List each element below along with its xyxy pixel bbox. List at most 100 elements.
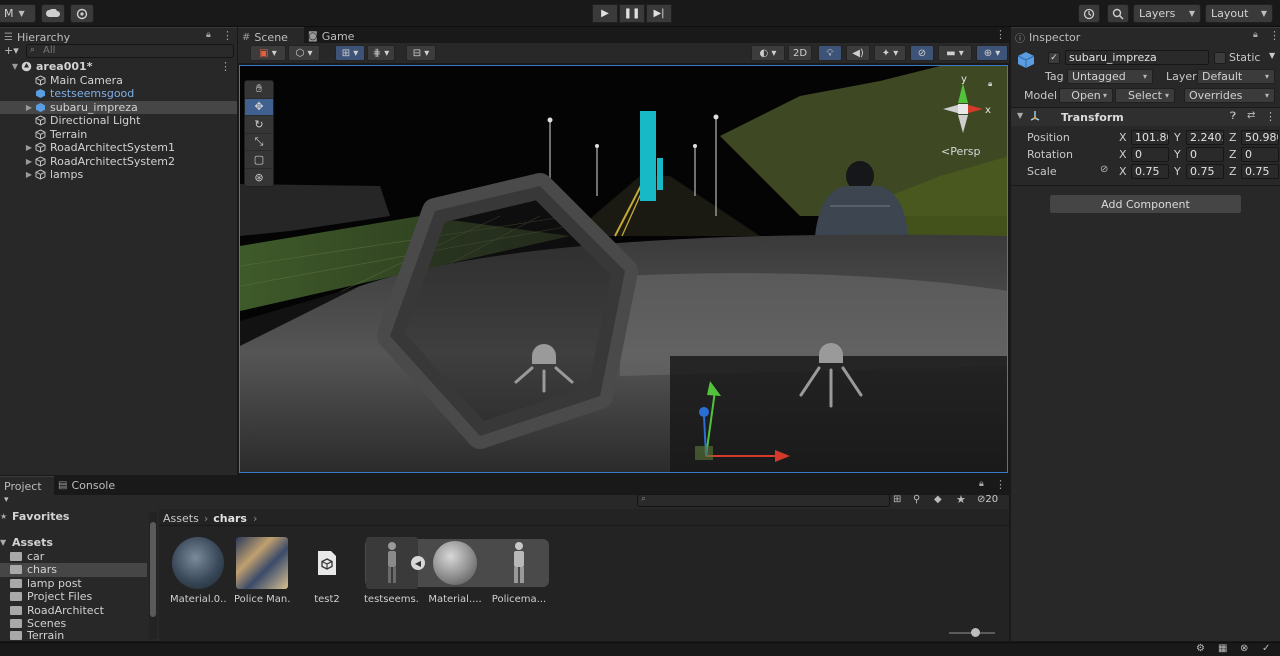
move-tool-icon[interactable]: ✥ (245, 98, 273, 116)
chevron-down-icon[interactable]: ▼ (1269, 51, 1275, 60)
snap-grid-icon[interactable]: ⋕ ▾ (367, 45, 395, 61)
breadcrumb-current[interactable]: chars (213, 512, 247, 525)
constrain-proportions-icon[interactable]: ⊘ (1100, 164, 1108, 175)
hidden-packages-toggle[interactable]: ⊘ 20 (977, 494, 998, 505)
scale-y-field[interactable]: 0.75 (1186, 164, 1224, 179)
help-icon[interactable]: ❓︎ (1230, 111, 1236, 122)
cache-icon[interactable]: ▦ (1218, 643, 1227, 654)
add-icon[interactable]: +▾ (4, 44, 19, 57)
list-item[interactable]: Directional Light (0, 114, 237, 128)
lock-icon[interactable]: 🔒︎ (979, 479, 984, 489)
expand-right-icon[interactable]: ▶ (24, 170, 34, 179)
filter-label-icon[interactable]: ⚲ (913, 494, 920, 505)
expand-right-icon[interactable]: ▶ (24, 157, 34, 166)
gizmos-icon[interactable]: ⊕ ▾ (976, 45, 1008, 61)
expand-right-icon[interactable]: ▶ (24, 143, 34, 152)
perspective-label[interactable]: <Persp (941, 145, 980, 158)
rotation-x-field[interactable]: 0 (1131, 147, 1169, 162)
step-icon[interactable]: ▶| (646, 4, 672, 23)
list-item[interactable]: car (0, 550, 147, 564)
audio-icon[interactable]: ◀︎) (846, 45, 870, 61)
kebab-menu-icon[interactable]: ⋮ (220, 60, 231, 73)
list-item[interactable]: lamp post (0, 577, 147, 591)
asset-material-0[interactable]: Material.0... (170, 537, 226, 605)
scene-viewport[interactable]: ✋︎ ✥ ↻ ⤡ ▢ ⊛ y x <Persp 🔒︎ (239, 65, 1008, 473)
list-item[interactable]: Terrain (0, 630, 147, 641)
list-item[interactable]: Scenes (0, 617, 147, 631)
active-checkbox[interactable]: ✓ (1048, 52, 1060, 64)
favorites-row[interactable]: ★ Favorites (0, 510, 147, 524)
list-item[interactable]: ▶ subaru_impreza (0, 100, 237, 114)
shading-mode-icon[interactable]: ◐ ▾ (751, 45, 785, 61)
progress-icon[interactable]: ⊗ (1240, 643, 1248, 654)
preset-icon[interactable]: ⇄ (1247, 110, 1255, 121)
account-dropdown[interactable]: M ▼ (0, 4, 36, 23)
static-checkbox[interactable] (1214, 52, 1226, 64)
position-z-field[interactable]: 50.980 (1241, 130, 1279, 145)
camera-icon[interactable]: ▬ ▾ (938, 45, 972, 61)
tree-scrollbar[interactable] (149, 512, 157, 639)
add-icon[interactable]: ▾ (4, 495, 9, 505)
tab-console[interactable]: ▤ Console (54, 476, 124, 495)
expand-down-icon[interactable]: ★ (0, 512, 12, 521)
list-item[interactable]: ▶ lamps (0, 168, 237, 182)
lock-icon[interactable]: 🔒︎ (206, 30, 211, 40)
slider-handle[interactable] (971, 628, 980, 637)
filter-type-icon[interactable]: ⊞ (893, 494, 901, 505)
overrides-dropdown[interactable]: Overrides (1184, 88, 1275, 103)
scrollbar-thumb[interactable] (150, 522, 156, 617)
scale-x-field[interactable]: 0.75 (1131, 164, 1169, 179)
draw-mode-icon[interactable]: ▣ ▾ (250, 45, 286, 61)
layers-dropdown[interactable]: Layers ▼ (1133, 4, 1201, 23)
asset-policeman[interactable]: Policema... (491, 537, 547, 605)
layout-dropdown[interactable]: Layout ▼ (1205, 4, 1273, 23)
hierarchy-search-input[interactable]: All (26, 44, 234, 58)
list-item[interactable]: testseemsgood (0, 87, 237, 101)
collab-icon[interactable] (70, 4, 94, 23)
tab-project[interactable]: Project (0, 476, 54, 495)
tag-icon[interactable]: ◆ (934, 494, 942, 505)
list-item[interactable]: chars (0, 563, 147, 577)
select-button[interactable]: Select (1115, 88, 1175, 103)
position-x-field[interactable]: 101.80 (1131, 130, 1169, 145)
play-icon[interactable]: ▶ (592, 4, 618, 23)
kebab-menu-icon[interactable]: ⋮ (222, 29, 233, 42)
add-component-button[interactable]: Add Component (1049, 194, 1242, 214)
open-button[interactable]: Open (1059, 88, 1113, 103)
rect-tool-icon[interactable]: ▢ (245, 151, 273, 169)
search-icon[interactable] (1107, 4, 1129, 23)
cloud-icon[interactable] (41, 4, 65, 23)
tab-inspector[interactable]: ⓘ Inspector (1011, 27, 1280, 46)
lighting-icon[interactable]: 💡︎ (818, 45, 842, 61)
transform-header[interactable]: ▼ Transform ❓︎ ⇄ ⋮ (1011, 108, 1280, 126)
list-item[interactable]: Terrain (0, 128, 237, 142)
list-item[interactable]: Project Files (0, 590, 147, 604)
expand-right-icon[interactable]: ▶ (24, 103, 34, 112)
rotation-y-field[interactable]: 0 (1186, 147, 1224, 162)
favorite-star-icon[interactable]: ★ (956, 493, 966, 506)
scale-tool-icon[interactable]: ⤡ (245, 134, 273, 151)
expand-down-icon[interactable]: ▼ (10, 62, 20, 71)
layer-dropdown[interactable]: Default (1197, 69, 1275, 84)
debug-icon[interactable]: ⚙ (1196, 643, 1205, 654)
cube-view-icon[interactable]: ⬡ ▾ (288, 45, 320, 61)
hand-tool-icon[interactable]: ✋︎ (245, 81, 273, 99)
collapse-prefab-icon[interactable]: ◀ (411, 556, 425, 570)
rotate-tool-icon[interactable]: ↻ (245, 116, 273, 134)
kebab-menu-icon[interactable]: ⋮ (1265, 110, 1276, 123)
hidden-objects-icon[interactable]: ⊘ (910, 45, 934, 61)
2d-toggle[interactable]: 2D (788, 45, 812, 61)
expand-down-icon[interactable]: ▼ (1017, 111, 1023, 120)
asset-material[interactable]: Material.... (427, 537, 483, 605)
position-y-field[interactable]: 2.2403 (1186, 130, 1224, 145)
asset-test2[interactable]: test2 (299, 537, 355, 605)
project-search-input[interactable]: ⌕ (637, 494, 890, 507)
kebab-menu-icon[interactable]: ⋮ (995, 478, 1006, 491)
rotation-z-field[interactable]: 0 (1241, 147, 1279, 162)
transform-tool-icon[interactable]: ⊛ (245, 169, 273, 187)
list-item[interactable]: ▶ RoadArchitectSystem2 (0, 155, 237, 169)
history-icon[interactable] (1078, 4, 1100, 23)
lock-icon[interactable]: 🔒︎ (988, 79, 992, 89)
kebab-menu-icon[interactable]: ⋮ (995, 28, 1006, 41)
asset-police-man[interactable]: Police Man... (234, 537, 290, 605)
